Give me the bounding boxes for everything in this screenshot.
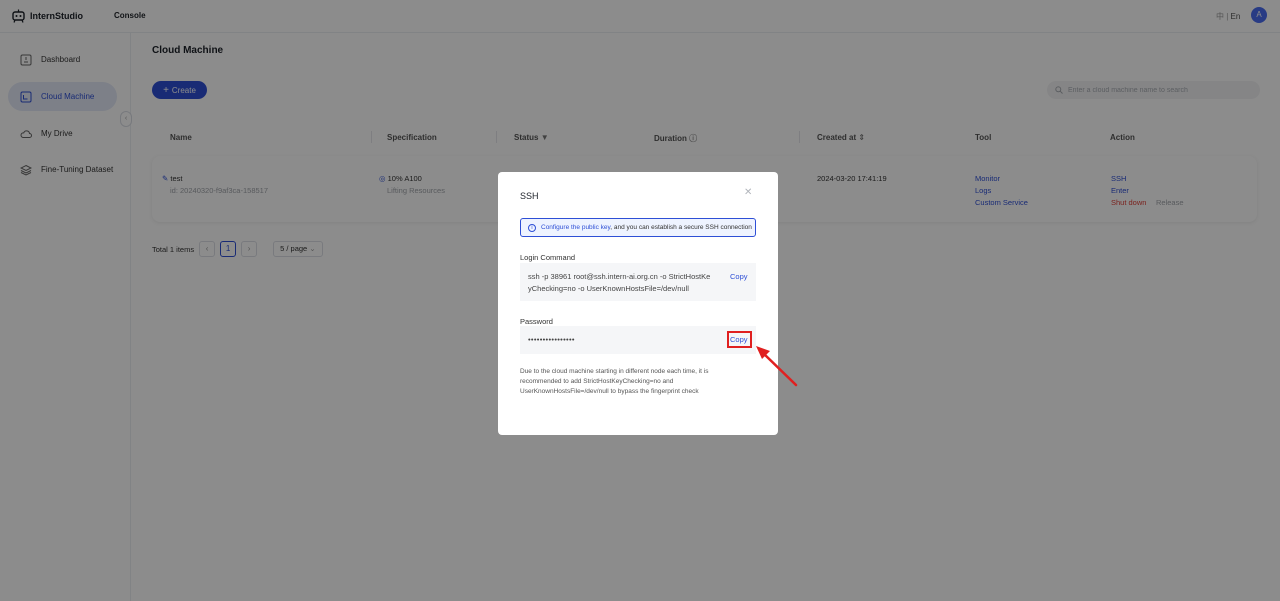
annotation-arrow-icon (756, 346, 798, 387)
